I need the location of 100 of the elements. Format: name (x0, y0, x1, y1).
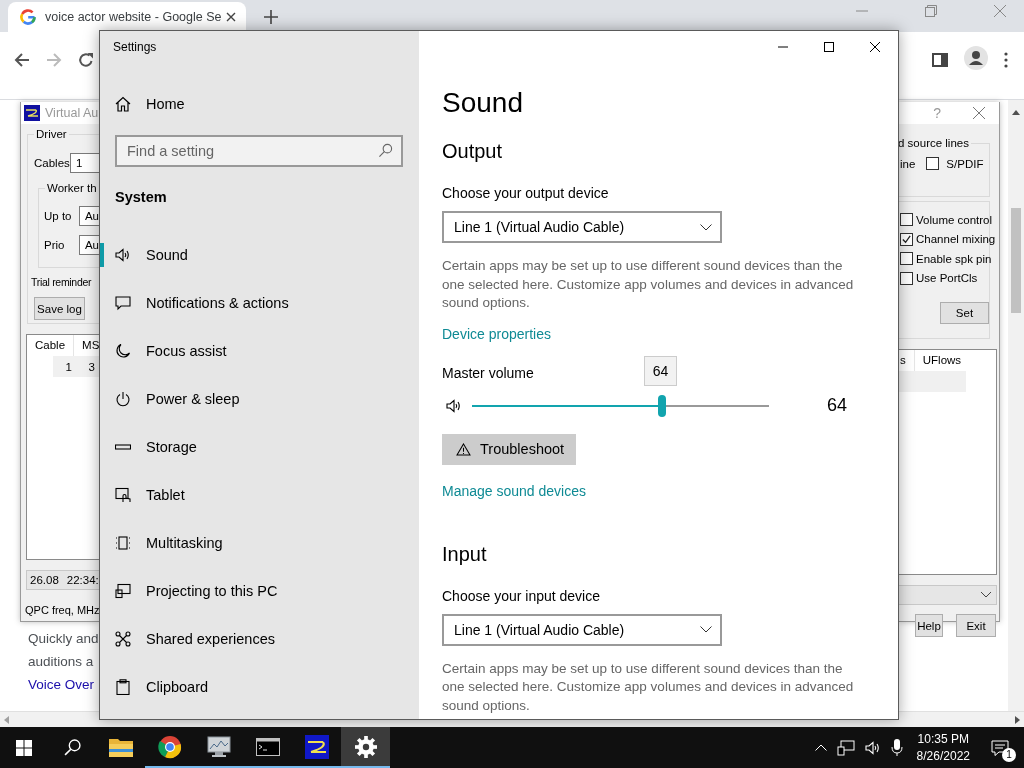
message-icon (115, 295, 131, 311)
back-icon[interactable] (14, 52, 30, 68)
scroll-up-icon[interactable] (1012, 110, 1020, 115)
close-icon[interactable] (870, 42, 880, 52)
nav-item[interactable]: Clipboard (100, 663, 419, 711)
chevron-down-icon (700, 223, 712, 231)
cables-field[interactable]: 1 (70, 153, 99, 173)
trial-label: Trial reminder (31, 276, 92, 288)
log-text: 22:34: (66, 574, 99, 586)
clipboard-icon (115, 679, 131, 695)
nav-item[interactable]: Multitasking (100, 519, 419, 567)
checkbox[interactable] (900, 213, 913, 227)
manage-devices-link[interactable]: Manage sound devices (442, 480, 586, 501)
clock-date: 8/26/2022 (916, 747, 970, 765)
nav-item[interactable]: Projecting to this PC (100, 567, 419, 615)
field-label: Prio (43, 238, 66, 251)
dropdown-field[interactable]: Au (78, 234, 99, 255)
column-header[interactable]: s (899, 350, 915, 371)
microphone-icon[interactable] (890, 738, 903, 757)
checkbox[interactable] (900, 271, 913, 285)
troubleshoot-button[interactable]: Troubleshoot (442, 433, 576, 465)
moon-icon (115, 343, 131, 359)
group-label: Worker th (45, 182, 99, 195)
folder-icon (108, 736, 133, 757)
checkbox[interactable] (900, 252, 913, 266)
warning-icon (456, 442, 471, 456)
option-label: Volume control (916, 213, 993, 226)
profile-icon[interactable] (964, 46, 988, 70)
field-label: Cables (34, 157, 70, 169)
share-icon (115, 631, 131, 647)
option-label: Channel mixing (916, 233, 996, 246)
nav-item[interactable]: Notifications & actions (100, 279, 419, 327)
windows-icon (115, 535, 131, 551)
notifications-icon[interactable] (991, 739, 1009, 756)
field-label: Choose your input device (442, 586, 600, 606)
side-panel-icon[interactable] (932, 52, 948, 68)
menu-icon[interactable] (1004, 52, 1008, 68)
speaker-icon[interactable] (446, 397, 462, 414)
clock-time: 10:35 PM (917, 730, 969, 748)
chevron-down-icon (700, 626, 712, 633)
save-log-button[interactable]: Save log (34, 297, 85, 320)
result-link[interactable]: Voice Over (28, 673, 95, 696)
page-heading: Sound (442, 86, 524, 120)
nav-item[interactable]: Power & sleep (100, 375, 419, 423)
terminal-icon (255, 737, 280, 756)
search-icon (63, 739, 81, 756)
output-device-dropdown[interactable]: Line 1 (Virtual Audio Cable) (442, 211, 722, 243)
field-label: Up to (43, 209, 73, 222)
scroll-thumb[interactable] (1011, 208, 1021, 313)
section-heading: Output (442, 139, 504, 164)
section-heading: System (114, 188, 168, 207)
chevron-up-icon[interactable] (814, 744, 827, 751)
restore-icon[interactable] (925, 5, 937, 17)
nav-item[interactable]: Shared experiences (100, 615, 419, 663)
checkbox[interactable] (900, 232, 913, 246)
checkbox[interactable] (926, 157, 940, 170)
cable-app-icon (24, 105, 40, 121)
dialog-button[interactable]: Exit (956, 614, 996, 637)
scroll-right-icon[interactable] (1015, 715, 1020, 724)
close-icon[interactable] (226, 12, 236, 22)
speaker-icon (115, 247, 131, 263)
new-tab-icon[interactable] (264, 10, 278, 24)
clock[interactable]: 10:35 PM 8/26/2022 (916, 730, 970, 765)
slider-thumb[interactable] (658, 394, 667, 417)
search-field[interactable]: Find a setting (115, 135, 403, 167)
input-device-dropdown[interactable]: Line 1 (Virtual Audio Cable) (442, 613, 722, 646)
nav-item[interactable]: Tablet (100, 471, 419, 519)
field-label: Choose your output device (442, 184, 609, 203)
group-label: d source lines (898, 137, 971, 150)
window-title: Virtual Au (45, 106, 99, 120)
section-heading: Input (442, 541, 488, 567)
table-cell-text: 3 (87, 360, 96, 373)
result-text: auditions a (28, 653, 94, 671)
option-label: Use PortCls (916, 272, 978, 285)
chevron-down-icon (981, 592, 991, 598)
option-label: S/PDIF (946, 157, 984, 170)
network-icon[interactable] (836, 739, 855, 756)
volume-slider[interactable] (472, 393, 769, 418)
description-text: Certain apps may be set up to use different sound devices than the one selected here. Customize app volumes and devices in advanced sound options. (442, 257, 855, 312)
dialog-button[interactable]: Help (915, 614, 943, 637)
chrome-icon (157, 734, 182, 759)
reload-icon[interactable] (78, 52, 94, 68)
table-cell-text: 1 (64, 360, 73, 373)
nav-item[interactable]: Sound (100, 231, 419, 279)
dropdown-field[interactable] (899, 585, 997, 605)
nav-item[interactable]: Storage (100, 423, 419, 471)
browser-tab[interactable]: voice actor website - Google Se (8, 2, 246, 32)
colored-ring-icon (20, 9, 36, 25)
device-properties-link[interactable]: Device properties (442, 323, 551, 344)
option-label: ine (900, 157, 916, 170)
home-nav-item[interactable]: Home (100, 80, 419, 128)
set-button[interactable]: Set (940, 302, 989, 324)
qpc-label: QPC freq, MHz (25, 604, 99, 616)
option-label: Enable spk pin (916, 252, 992, 265)
windows-logo-icon (16, 739, 32, 756)
dropdown-field[interactable]: Au (78, 205, 99, 226)
speaker-icon[interactable] (864, 739, 881, 756)
group-label: Driver (34, 128, 69, 141)
taskbar-app-button[interactable] (341, 727, 390, 768)
maximize-icon[interactable] (824, 42, 834, 52)
